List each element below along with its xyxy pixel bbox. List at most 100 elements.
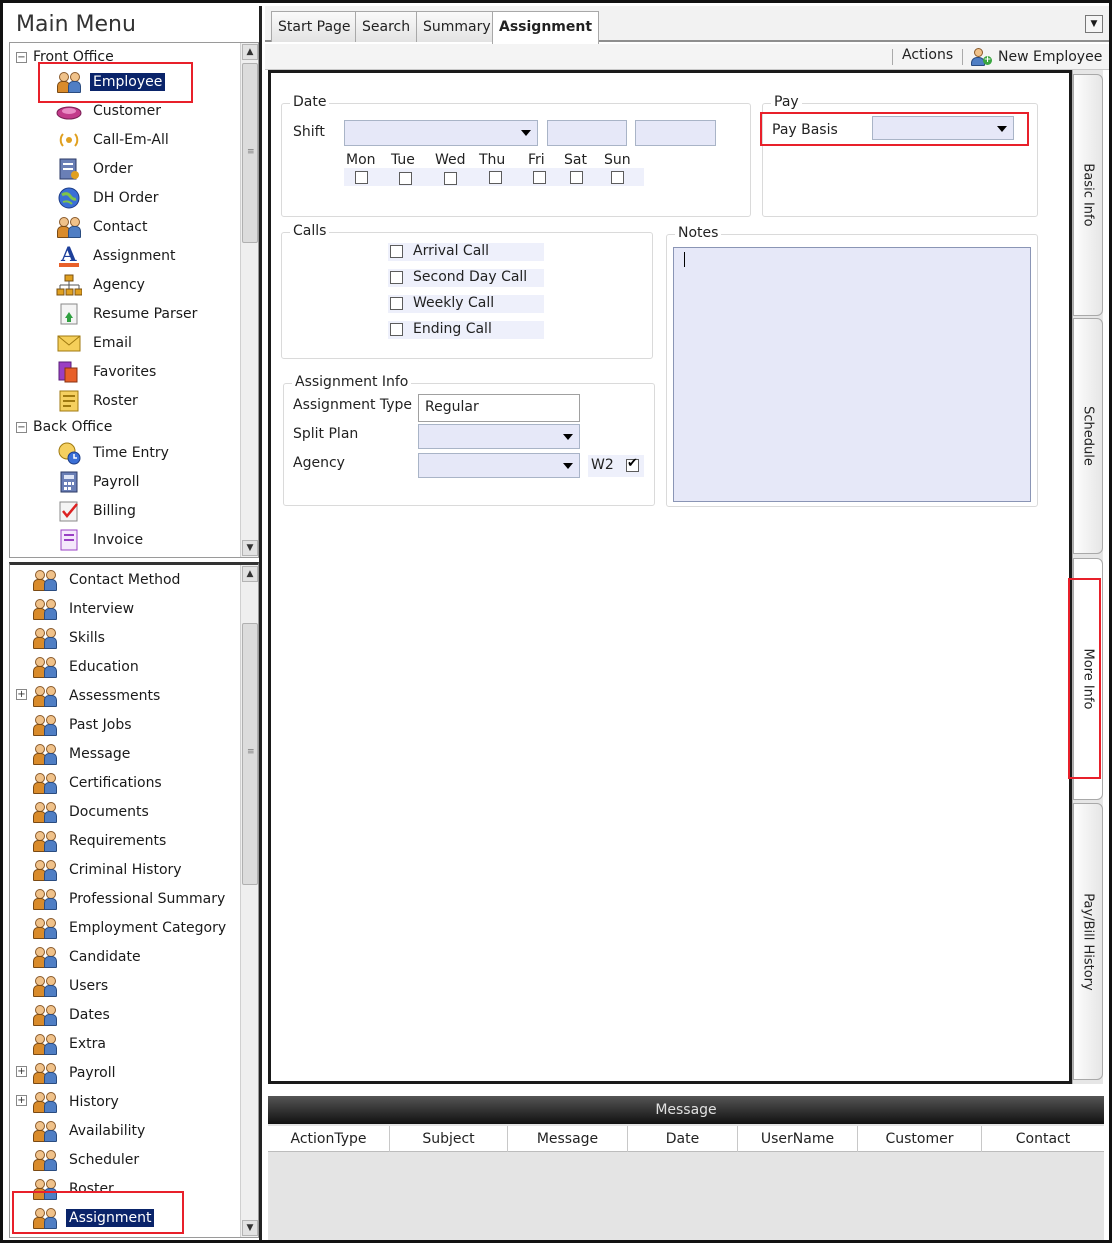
shift-end-time-input[interactable] <box>635 120 716 146</box>
column-header-date[interactable]: Date <box>628 1126 738 1152</box>
shift-select[interactable] <box>344 120 538 146</box>
sub-item-history[interactable]: History <box>32 1089 122 1115</box>
sub-item-past-jobs[interactable]: Past Jobs <box>32 712 135 738</box>
split-plan-select[interactable] <box>418 424 580 449</box>
section-label: Back Office <box>33 419 113 435</box>
tree-item-email[interactable]: Email <box>56 330 135 356</box>
sub-item-employment-category[interactable]: Employment Category <box>32 915 229 941</box>
tab-summary[interactable]: Summary <box>416 11 498 42</box>
sub-item-documents[interactable]: Documents <box>32 799 152 825</box>
collapse-icon[interactable]: − <box>16 51 27 63</box>
day-checkbox-thu[interactable] <box>489 171 502 184</box>
assignment-type-input[interactable]: Regular <box>418 394 580 422</box>
sub-tree-scrollbar[interactable]: ▲ ≡ ▼ <box>240 565 258 1237</box>
navigation-tree[interactable]: − Front Office Employee Customer Call-Em… <box>9 42 259 558</box>
tree-item-billing[interactable]: Billing <box>56 498 139 524</box>
side-tab-pay-bill-history[interactable]: Pay/Bill History <box>1073 803 1103 1080</box>
collapse-icon[interactable]: − <box>16 421 27 433</box>
scroll-down-icon[interactable]: ▼ <box>242 540 258 556</box>
column-header-actiontype[interactable]: ActionType <box>268 1126 390 1152</box>
tree-item-agency[interactable]: Agency <box>56 272 148 298</box>
day-checkbox-tue[interactable] <box>399 172 412 185</box>
sub-item-dates[interactable]: Dates <box>32 1002 113 1028</box>
weekly-call-checkbox[interactable] <box>390 297 403 310</box>
sub-navigation-tree[interactable]: Contact Method Interview Skills Educatio… <box>9 562 259 1238</box>
shift-label: Shift <box>293 124 325 140</box>
people-icon <box>32 858 58 882</box>
day-checkbox-fri[interactable] <box>533 171 546 184</box>
column-header-message[interactable]: Message <box>508 1126 628 1152</box>
sub-item-skills[interactable]: Skills <box>32 625 108 651</box>
agency-select[interactable] <box>418 453 580 478</box>
new-employee-button[interactable]: + New Employee <box>970 47 1102 67</box>
actions-button[interactable]: Actions <box>902 47 953 63</box>
sub-item-education[interactable]: Education <box>32 654 142 680</box>
sub-item-availability[interactable]: Availability <box>32 1118 148 1144</box>
sub-item-assessments[interactable]: Assessments <box>32 683 163 709</box>
sub-item-extra[interactable]: Extra <box>32 1031 109 1057</box>
tree-item-resume-parser[interactable]: Resume Parser <box>56 301 200 327</box>
side-tab-schedule[interactable]: Schedule <box>1073 318 1103 554</box>
side-tab-basic-info[interactable]: Basic Info <box>1073 74 1103 316</box>
scroll-thumb[interactable]: ≡ <box>242 623 258 885</box>
scroll-up-icon[interactable]: ▲ <box>242 566 258 582</box>
sub-item-payroll[interactable]: Payroll <box>32 1060 118 1086</box>
column-header-subject[interactable]: Subject <box>390 1126 508 1152</box>
assignment-info-group: Assignment Info Assignment Type Regular … <box>283 374 655 506</box>
expand-icon[interactable]: + <box>16 1066 27 1077</box>
expand-icon[interactable]: + <box>16 1095 27 1106</box>
tree-item-payroll[interactable]: Payroll <box>56 469 142 495</box>
day-checkbox-sun[interactable] <box>611 171 624 184</box>
sub-item-certifications[interactable]: Certifications <box>32 770 165 796</box>
tab-assignment[interactable]: Assignment <box>492 11 600 44</box>
sub-item-contact-method[interactable]: Contact Method <box>32 567 183 593</box>
people-icon <box>32 1090 58 1114</box>
message-panel-title: Message <box>268 1096 1104 1124</box>
sub-item-criminal-history[interactable]: Criminal History <box>32 857 185 883</box>
tab-list-dropdown-icon[interactable]: ▼ <box>1085 15 1103 33</box>
scroll-thumb[interactable]: ≡ <box>242 63 258 243</box>
day-checkbox-mon[interactable] <box>355 171 368 184</box>
tree-item-time-entry[interactable]: Time Entry <box>56 440 172 466</box>
contact-icon <box>56 215 82 239</box>
day-checkbox-wed[interactable] <box>444 172 457 185</box>
day-checkbox-sat[interactable] <box>570 171 583 184</box>
tree-item-assignment[interactable]: A Assignment <box>56 242 178 269</box>
tab-search[interactable]: Search <box>355 11 418 42</box>
sub-item-candidate[interactable]: Candidate <box>32 944 144 970</box>
sub-item-message[interactable]: Message <box>32 741 133 767</box>
column-header-contact[interactable]: Contact <box>982 1126 1104 1152</box>
sub-item-interview[interactable]: Interview <box>32 596 137 622</box>
tree-item-dh-order[interactable]: DH Order <box>56 185 162 211</box>
sub-item-professional-summary[interactable]: Professional Summary <box>32 886 228 912</box>
tree-item-invoice[interactable]: Invoice <box>56 527 146 553</box>
w2-checkbox[interactable] <box>626 456 639 472</box>
tree-scrollbar[interactable]: ▲ ≡ ▼ <box>240 43 258 557</box>
tree-section-back-office[interactable]: − Back Office <box>16 417 112 437</box>
sub-item-users[interactable]: Users <box>32 973 111 999</box>
second-day-call-checkbox[interactable] <box>390 271 403 284</box>
tree-item-contact[interactable]: Contact <box>56 214 150 240</box>
sub-item-requirements[interactable]: Requirements <box>32 828 169 854</box>
tree-item-favorites[interactable]: Favorites <box>56 359 159 385</box>
arrival-call-checkbox[interactable] <box>390 245 403 258</box>
column-header-customer[interactable]: Customer <box>858 1126 982 1152</box>
tree-item-order[interactable]: Order <box>56 156 136 182</box>
sub-item-label: Dates <box>69 1007 110 1023</box>
clock-icon <box>56 441 82 465</box>
shift-start-time-input[interactable] <box>547 120 627 146</box>
scroll-up-icon[interactable]: ▲ <box>242 44 258 60</box>
column-header-username[interactable]: UserName <box>738 1126 858 1152</box>
sub-item-scheduler[interactable]: Scheduler <box>32 1147 142 1173</box>
scroll-down-icon[interactable]: ▼ <box>242 1220 258 1236</box>
side-tab-label: Basic Info <box>1080 163 1096 227</box>
ending-call-checkbox[interactable] <box>390 323 403 336</box>
notes-textarea[interactable] <box>673 247 1031 502</box>
tree-item-roster[interactable]: Roster <box>56 388 141 414</box>
tab-start-page[interactable]: Start Page <box>271 11 358 42</box>
tree-item-call-em-all[interactable]: Call-Em-All <box>56 127 172 153</box>
people-icon <box>32 800 58 824</box>
tree-item-label: Agency <box>93 277 145 293</box>
expand-icon[interactable]: + <box>16 689 27 700</box>
sub-item-label: Extra <box>69 1036 106 1052</box>
